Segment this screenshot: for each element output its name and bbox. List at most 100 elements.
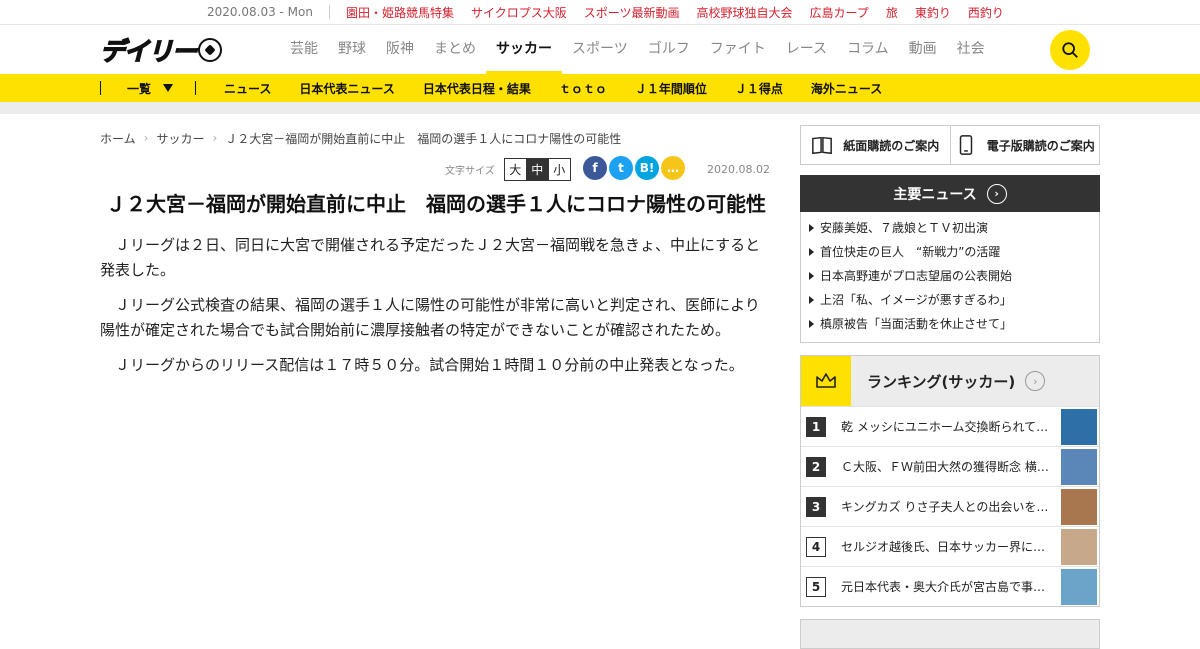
top-bar: 2020.08.03 - Mon 園田・姫路競馬特集 サイクロプス大阪 スポーツ… — [0, 0, 1200, 25]
top-link[interactable]: 広島カープ — [810, 4, 869, 21]
chevron-right-icon: › — [986, 183, 1007, 204]
sub-nav-link[interactable]: 日本代表日程・結果 — [423, 80, 531, 97]
article-body: Ｊリーグは２日、同日に大宮で開催される予定だったＪ２大宮－福岡戦を急きょ、中止に… — [100, 233, 770, 378]
nav-item[interactable]: 動画 — [899, 25, 947, 74]
ranking-thumbnail — [1061, 569, 1097, 605]
top-link[interactable]: 西釣り — [968, 4, 1004, 21]
bullet-arrow-icon — [809, 248, 814, 256]
ranking-item[interactable]: 4 セルジオ越後氏、日本サッカー界に苦… — [801, 526, 1099, 566]
ranking-thumbnail — [1061, 449, 1097, 485]
rank-number: 4 — [806, 536, 826, 557]
sub-nav-link[interactable]: 海外ニュース — [811, 80, 882, 97]
facebook-icon[interactable]: f — [583, 156, 607, 180]
nav-item[interactable]: 阪神 — [376, 25, 424, 74]
sub-nav-link[interactable]: 日本代表ニュース — [299, 80, 394, 97]
chevron-right-icon: › — [1025, 371, 1046, 391]
sub-nav-link[interactable]: Ｊ１年間順位 — [635, 80, 707, 97]
news-item[interactable]: 槙原被告「当面活動を休止させて」 — [809, 312, 1099, 336]
news-item[interactable]: 首位快走の巨人 “新戦力”の活躍 — [809, 240, 1099, 264]
sub-nav-link[interactable]: Ｊ１得点 — [735, 80, 783, 97]
main-nav: 芸能 野球 阪神 まとめ サッカー スポーツ ゴルフ ファイト レース コラム … — [280, 25, 995, 74]
font-size-medium-button[interactable]: 中 — [525, 158, 549, 181]
bullet-arrow-icon — [809, 296, 814, 304]
article-paragraph: Ｊリーグからのリリース配信は１７時５０分。試合開始１時間１０分前の中止発表となっ… — [115, 356, 744, 374]
nav-item-active[interactable]: サッカー — [486, 25, 562, 74]
news-item[interactable]: 日本高野連がプロ志望届の公表開始 — [809, 264, 1099, 288]
top-links: 園田・姫路競馬特集 サイクロプス大阪 スポーツ最新動画 高校野球独自大会 広島カ… — [346, 4, 1004, 21]
nav-item[interactable]: 野球 — [328, 25, 376, 74]
ranking-box: ランキング(サッカー) › 1 乾 メッシにユニホーム交換断られて… 2 Ｃ大阪… — [800, 355, 1100, 607]
paper-subscription-label: 紙面購読のご案内 — [843, 138, 940, 153]
top-link[interactable]: 旅 — [886, 4, 898, 21]
top-link[interactable]: サイクロプス大阪 — [471, 4, 567, 21]
site-logo[interactable]: デイリー — [99, 34, 240, 67]
digital-subscription-label: 電子版購読のご案内 — [986, 138, 1095, 153]
rank-number: 3 — [806, 496, 826, 517]
news-item-text: 上沼「私、イメージが悪すぎるわ」 — [820, 293, 1012, 307]
sub-nav-link[interactable]: ニュース — [224, 80, 271, 97]
article-paragraph: Ｊリーグは２日、同日に大宮で開催される予定だったＪ２大宮－福岡戦を急きょ、中止に… — [100, 236, 761, 279]
ranking-thumbnail — [1061, 489, 1097, 525]
next-section-header — [800, 619, 1100, 649]
category-dropdown[interactable]: 一覧 — [101, 80, 195, 97]
news-item-text: 槙原被告「当面活動を休止させて」 — [820, 317, 1013, 331]
nav-item[interactable]: スポーツ — [562, 25, 638, 74]
chevron-right-icon: › — [143, 131, 149, 145]
ranking-item[interactable]: 3 キングカズ りさ子夫人との出会いを… — [801, 486, 1099, 526]
sub-nav-links: ニュース 日本代表ニュース 日本代表日程・結果 ｔｏｔｏ Ｊ１年間順位 Ｊ１得点… — [196, 80, 882, 97]
paper-subscription-button[interactable]: 紙面購読のご案内 — [801, 126, 950, 164]
nav-item[interactable]: 芸能 — [280, 25, 328, 74]
nav-item[interactable]: コラム — [837, 25, 899, 74]
breadcrumb-home[interactable]: ホーム — [100, 130, 136, 147]
comment-icon[interactable]: … — [661, 156, 685, 180]
caret-down-icon — [163, 84, 174, 92]
bullet-arrow-icon — [809, 320, 814, 328]
article-paragraph: Ｊリーグ公式検査の結果、福岡の選手１人に陽性の可能性が非常に高いと判定され、医師… — [100, 296, 760, 339]
news-item[interactable]: 上沼「私、イメージが悪すぎるわ」 — [809, 288, 1099, 312]
news-item[interactable]: 安藤美姫、７歳娘とＴＶ初出演 — [809, 216, 1099, 240]
breadcrumb-current: Ｊ２大宮－福岡が開始直前に中止 福岡の選手１人にコロナ陽性の可能性 — [225, 131, 622, 146]
sub-nav-link[interactable]: ｔｏｔｏ — [559, 80, 607, 97]
font-size-large-button[interactable]: 大 — [503, 158, 527, 181]
chevron-right-icon: › — [212, 131, 218, 145]
site-header: デイリー 芸能 野球 阪神 まとめ サッカー スポーツ ゴルフ ファイト レース… — [0, 25, 1200, 74]
top-link[interactable]: スポーツ最新動画 — [584, 4, 680, 21]
top-link[interactable]: 園田・姫路競馬特集 — [346, 4, 454, 21]
rank-number: 2 — [806, 456, 826, 477]
ranking-item-text: 元日本代表・奥大介氏が宮古島で事故死 — [841, 580, 1053, 594]
nav-item[interactable]: レース — [776, 25, 837, 74]
major-news-list: 安藤美姫、７歳娘とＴＶ初出演 首位快走の巨人 “新戦力”の活躍 日本高野連がプロ… — [800, 212, 1100, 343]
ranking-item[interactable]: 1 乾 メッシにユニホーム交換断られて… — [801, 406, 1099, 446]
ranking-item[interactable]: 2 Ｃ大阪、ＦＷ前田大然の獲得断念 横… — [801, 446, 1099, 486]
nav-item[interactable]: まとめ — [424, 25, 486, 74]
open-book-icon — [812, 136, 833, 155]
rank-number: 1 — [806, 416, 826, 437]
breadcrumb: ホーム › サッカー › Ｊ２大宮－福岡が開始直前に中止 福岡の選手１人にコロナ… — [100, 126, 770, 150]
top-link[interactable]: 高校野球独自大会 — [697, 4, 793, 21]
news-item-text: 日本高野連がプロ志望届の公表開始 — [820, 269, 1013, 283]
nav-item[interactable]: ゴルフ — [638, 25, 700, 74]
ranking-item-text: キングカズ りさ子夫人との出会いを… — [841, 500, 1049, 514]
bullet-arrow-icon — [809, 272, 814, 280]
font-size-small-button[interactable]: 小 — [547, 158, 571, 181]
ranking-item-text: セルジオ越後氏、日本サッカー界に苦… — [841, 540, 1053, 554]
breadcrumb-category[interactable]: サッカー — [156, 130, 204, 147]
article-main: ホーム › サッカー › Ｊ２大宮－福岡が開始直前に中止 福岡の選手１人にコロナ… — [100, 126, 770, 388]
major-news-header[interactable]: 主要ニュース › — [800, 175, 1100, 212]
nav-item[interactable]: ファイト — [700, 25, 776, 74]
article-title: Ｊ２大宮－福岡が開始直前に中止 福岡の選手１人にコロナ陽性の可能性 — [106, 192, 766, 216]
digital-subscription-button[interactable]: 電子版購読のご案内 — [949, 126, 1100, 164]
hatena-bookmark-icon[interactable]: B! — [635, 156, 659, 180]
nav-item[interactable]: 社会 — [947, 25, 995, 74]
dropdown-label: 一覧 — [127, 81, 152, 96]
ranking-thumbnail — [1061, 409, 1097, 445]
search-button[interactable] — [1050, 30, 1090, 70]
logo-text: デイリー — [99, 36, 197, 66]
ranking-header[interactable]: ランキング(サッカー) › — [801, 356, 1099, 406]
article-tools: 文字サイズ 大 中 小 f t B! … 2020.08.02 — [100, 156, 770, 186]
ranking-item[interactable]: 5 元日本代表・奥大介氏が宮古島で事故死 — [801, 566, 1099, 606]
twitter-icon[interactable]: t — [609, 156, 633, 180]
bullet-arrow-icon — [809, 224, 814, 232]
top-link[interactable]: 東釣り — [915, 4, 951, 21]
news-item-text: 安藤美姫、７歳娘とＴＶ初出演 — [820, 221, 989, 235]
